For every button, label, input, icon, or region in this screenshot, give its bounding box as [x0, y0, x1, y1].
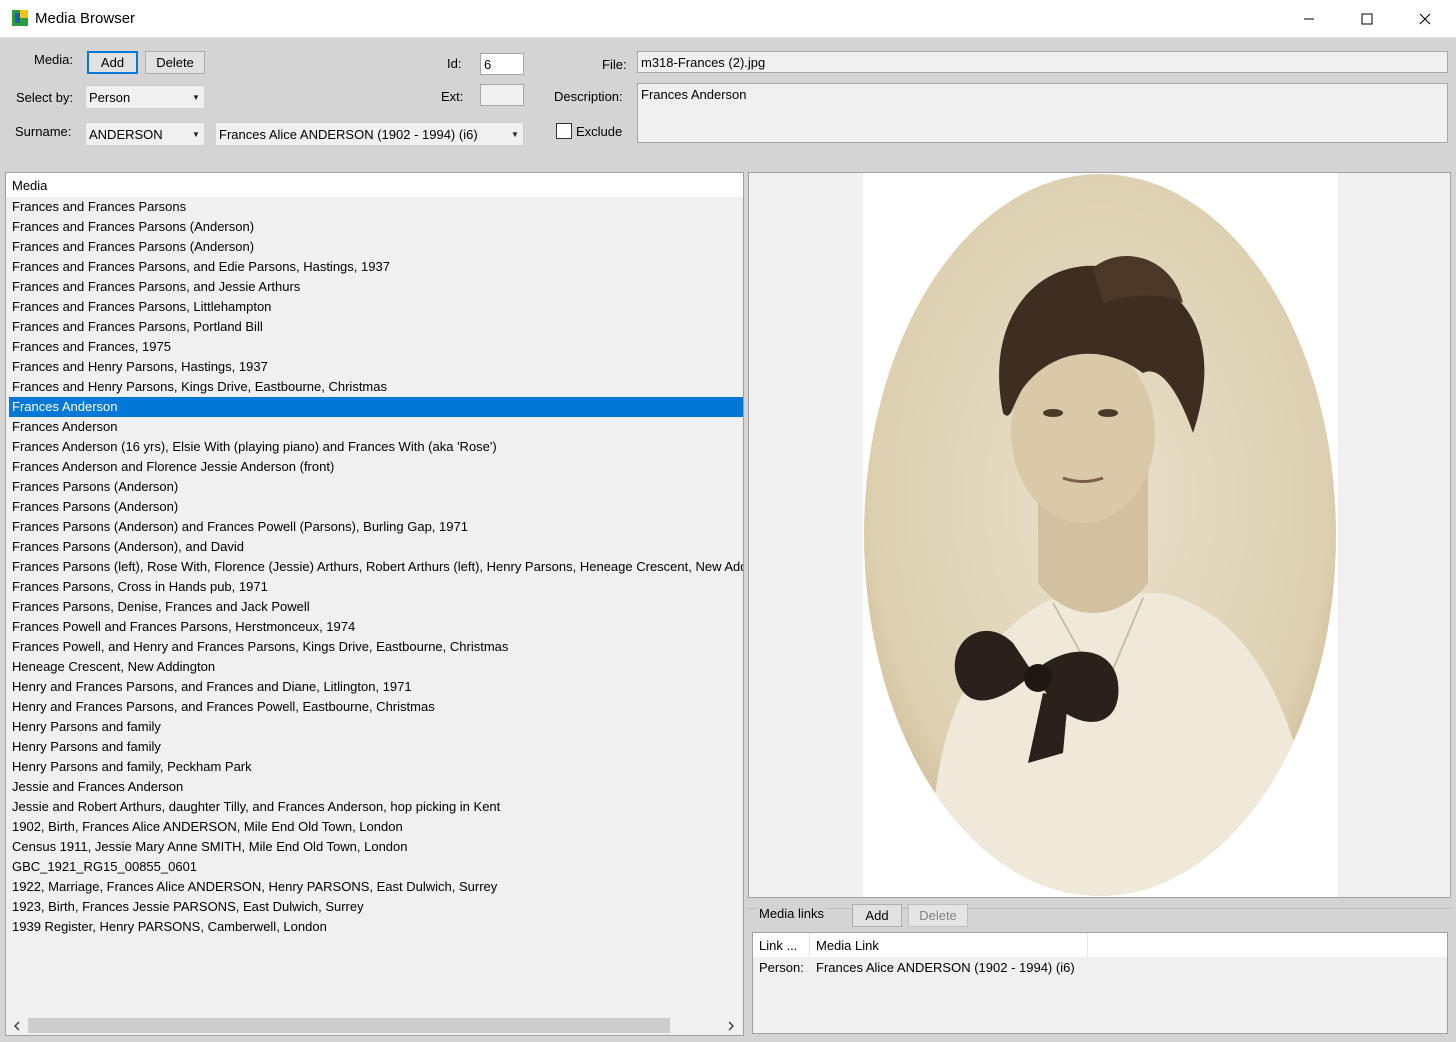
surname-label: Surname: — [15, 124, 72, 139]
chevron-down-icon: ▼ — [511, 129, 519, 139]
list-item[interactable]: Jessie and Frances Anderson — [6, 777, 743, 797]
list-item[interactable]: Frances Parsons, Denise, Frances and Jac… — [6, 597, 743, 617]
chevron-right-icon — [728, 1021, 734, 1030]
list-item[interactable]: Henry Parsons and family — [6, 737, 743, 757]
title-bar[interactable]: Media Browser — [0, 0, 1456, 38]
list-item[interactable]: Henry Parsons and family — [6, 717, 743, 737]
portrait-photo — [864, 174, 1336, 896]
link-add-button[interactable]: Add — [852, 904, 902, 927]
media-links-group: Media links Add Delete Link ... Media Li… — [748, 902, 1451, 1036]
list-item[interactable]: Frances and Frances Parsons — [6, 197, 743, 217]
list-item[interactable]: Jessie and Robert Arthurs, daughter Till… — [6, 797, 743, 817]
list-item[interactable]: Frances and Frances Parsons, and Edie Pa… — [6, 257, 743, 277]
list-item[interactable]: Heneage Crescent, New Addington — [6, 657, 743, 677]
chevron-left-icon — [14, 1021, 20, 1030]
chevron-down-icon: ▼ — [192, 92, 200, 102]
minimize-icon — [1304, 18, 1314, 20]
horizontal-scrollbar[interactable] — [6, 1016, 743, 1035]
close-icon — [1419, 13, 1431, 25]
list-item[interactable]: Census 1911, Jessie Mary Anne SMITH, Mil… — [6, 837, 743, 857]
media-list[interactable]: Media Frances and Frances Parsons Frances… — [5, 172, 744, 1036]
media-links-label: Media links — [757, 906, 827, 921]
media-link-cell: Frances Alice ANDERSON (1902 - 1994) (i6… — [816, 960, 1075, 975]
app-icon — [12, 10, 28, 26]
list-item[interactable]: Frances Anderson and Florence Jessie And… — [6, 457, 743, 477]
surname-value: ANDERSON — [89, 126, 163, 142]
surname-dropdown[interactable]: ANDERSON ▼ — [85, 122, 205, 146]
photo-canvas — [863, 173, 1338, 897]
list-item[interactable]: 1922, Marriage, Frances Alice ANDERSON, … — [6, 877, 743, 897]
ext-field[interactable] — [480, 84, 524, 106]
table-row[interactable]: Person: Frances Alice ANDERSON (1902 - 1… — [753, 957, 1447, 977]
col-header-link-type[interactable]: Link ... — [753, 933, 810, 957]
list-item[interactable]: Frances Powell, and Henry and Frances Pa… — [6, 637, 743, 657]
list-item[interactable]: GBC_1921_RG15_00855_0601 — [6, 857, 743, 877]
ext-label: Ext: — [441, 89, 464, 104]
list-item[interactable]: Frances and Frances Parsons, Littlehampt… — [6, 297, 743, 317]
list-item[interactable]: Frances Anderson (16 yrs), Elsie With (p… — [6, 437, 743, 457]
window-title: Media Browser — [35, 10, 136, 27]
person-dropdown[interactable]: Frances Alice ANDERSON (1902 - 1994) (i6… — [215, 122, 524, 146]
id-field[interactable]: 6 — [480, 53, 524, 75]
list-item[interactable]: Frances and Henry Parsons, Hastings, 193… — [6, 357, 743, 377]
scroll-left-button[interactable] — [10, 1018, 24, 1033]
scrollbar-thumb[interactable] — [28, 1018, 670, 1033]
list-item[interactable]: 1939 Register, Henry PARSONS, Camberwell… — [6, 917, 743, 937]
media-list-rows[interactable]: Frances and Frances Parsons Frances and F… — [6, 197, 743, 937]
select-by-label: Select by: — [16, 90, 74, 105]
list-item[interactable]: Frances Powell and Frances Parsons, Hers… — [6, 617, 743, 637]
list-item[interactable]: Frances Parsons, Cross in Hands pub, 197… — [6, 577, 743, 597]
image-preview-pane — [748, 172, 1451, 898]
list-item[interactable]: Henry Parsons and family, Peckham Park — [6, 757, 743, 777]
list-item[interactable]: Frances Parsons (Anderson) and Frances P… — [6, 517, 743, 537]
list-item[interactable]: 1902, Birth, Frances Alice ANDERSON, Mil… — [6, 817, 743, 837]
list-item[interactable]: Frances and Frances Parsons (Anderson) — [6, 237, 743, 257]
list-item[interactable]: Frances and Frances Parsons (Anderson) — [6, 217, 743, 237]
file-field[interactable]: m318-Frances (2).jpg — [637, 51, 1448, 73]
list-item[interactable]: Frances Anderson — [6, 417, 743, 437]
media-delete-button[interactable]: Delete — [145, 51, 205, 74]
exclude-checkbox[interactable] — [556, 123, 572, 139]
media-list-header[interactable]: Media — [6, 173, 743, 197]
list-item[interactable]: Frances and Frances, 1975 — [6, 337, 743, 357]
list-item[interactable]: 1923, Birth, Frances Jessie PARSONS, Eas… — [6, 897, 743, 917]
list-item[interactable]: Henry and Frances Parsons, and Frances a… — [6, 677, 743, 697]
links-table-header: Link ... Media Link — [753, 933, 1447, 957]
media-label: Media: — [34, 52, 74, 67]
minimize-button[interactable] — [1280, 0, 1338, 38]
list-item[interactable]: Frances Parsons (Anderson) — [6, 497, 743, 517]
select-by-dropdown[interactable]: Person ▼ — [85, 85, 205, 109]
description-field[interactable]: Frances Anderson — [637, 83, 1448, 143]
media-links-table[interactable]: Link ... Media Link Person: Frances Alic… — [752, 932, 1448, 1034]
maximize-button[interactable] — [1338, 0, 1396, 38]
select-by-value: Person — [89, 89, 131, 105]
list-item[interactable]: Frances and Frances Parsons, Portland Bi… — [6, 317, 743, 337]
list-item[interactable]: Frances Anderson — [9, 397, 743, 417]
list-item[interactable]: Frances and Frances Parsons, and Jessie … — [6, 277, 743, 297]
maximize-icon — [1361, 13, 1373, 25]
link-type-cell: Person: — [759, 960, 804, 975]
link-delete-button[interactable]: Delete — [908, 904, 968, 927]
close-button[interactable] — [1396, 0, 1454, 38]
person-value: Frances Alice ANDERSON (1902 - 1994) (i6… — [219, 126, 478, 142]
list-item[interactable]: Frances Parsons (Anderson) — [6, 477, 743, 497]
list-item[interactable]: Frances Parsons (Anderson), and David — [6, 537, 743, 557]
media-add-button[interactable]: Add — [87, 51, 138, 74]
description-label: Description: — [554, 89, 623, 104]
list-item[interactable]: Frances and Henry Parsons, Kings Drive, … — [6, 377, 743, 397]
exclude-label: Exclude — [576, 124, 623, 139]
scroll-right-button[interactable] — [724, 1018, 738, 1033]
col-header-media-link[interactable]: Media Link — [810, 933, 1088, 957]
chevron-down-icon: ▼ — [192, 129, 200, 139]
file-label: File: — [602, 57, 627, 72]
list-item[interactable]: Frances Parsons (left), Rose With, Flore… — [6, 557, 743, 577]
list-item[interactable]: Henry and Frances Parsons, and Frances P… — [6, 697, 743, 717]
id-label: Id: — [447, 56, 462, 71]
